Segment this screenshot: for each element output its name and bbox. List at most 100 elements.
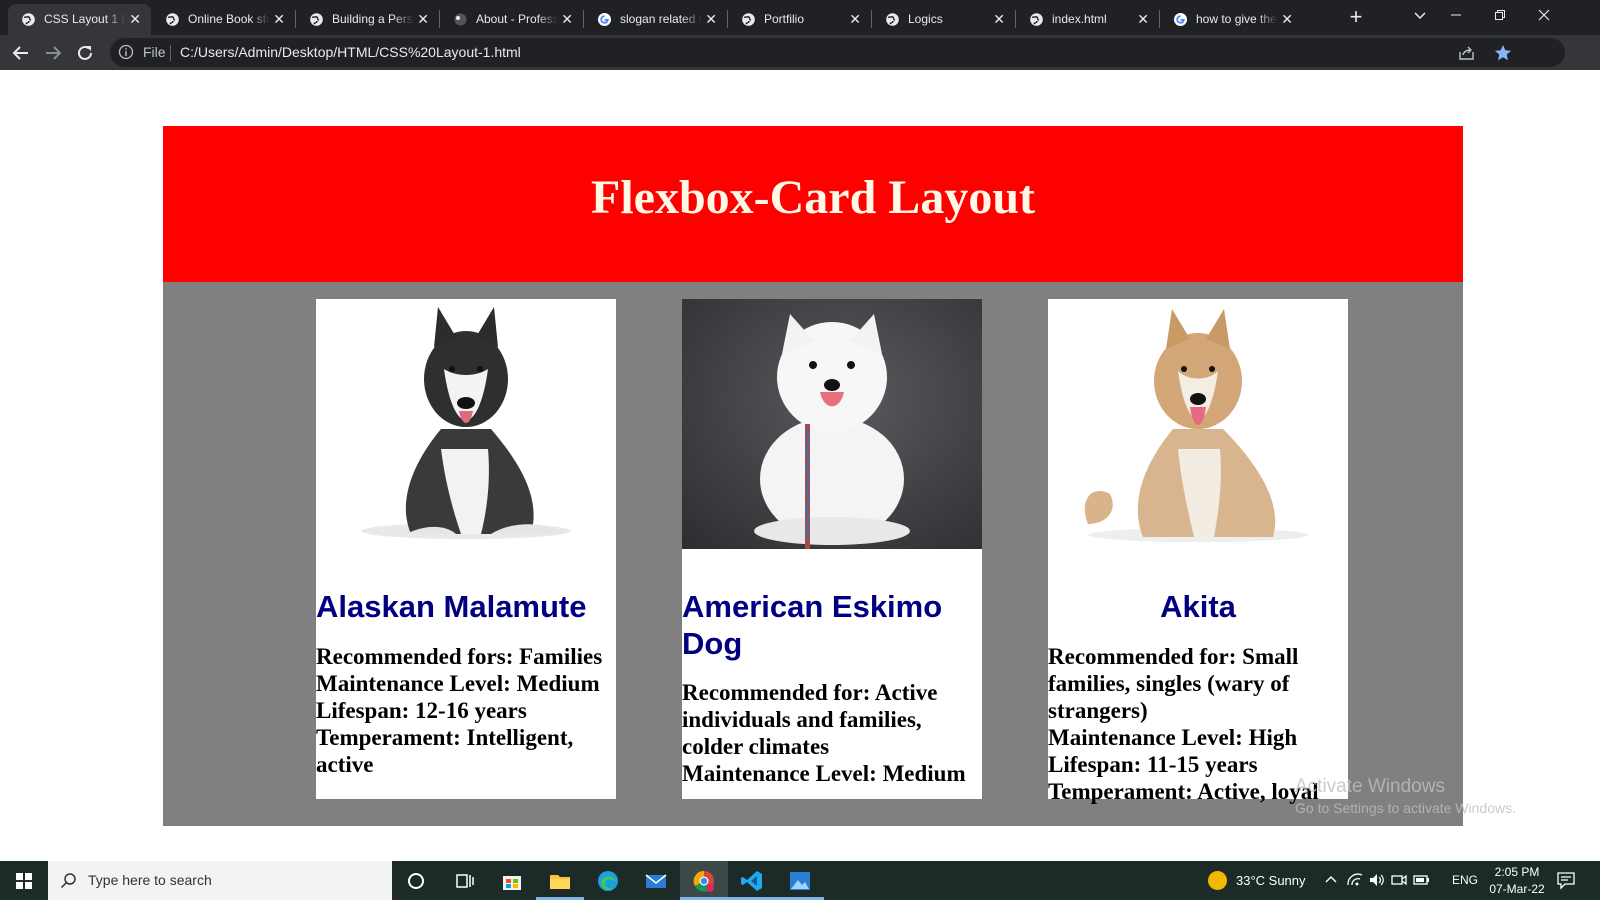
windows-start-icon[interactable] bbox=[0, 861, 48, 900]
dog-card-akita: Akita Recommended for: Small families, s… bbox=[1048, 299, 1348, 804]
microsoft-store-button[interactable] bbox=[488, 861, 536, 900]
file-explorer-button[interactable] bbox=[536, 861, 584, 900]
weather-sun-icon[interactable] bbox=[1208, 871, 1227, 890]
taskbar-search-box[interactable]: Type here to search bbox=[48, 861, 392, 900]
info-icon[interactable] bbox=[118, 44, 134, 60]
chrome-button[interactable] bbox=[680, 861, 728, 900]
new-tab-button[interactable]: + bbox=[1342, 4, 1370, 30]
address-bar[interactable]: File C:/Users/Admin/Desktop/HTML/CSS%20L… bbox=[110, 38, 1565, 67]
tab-title: Building a Perso bbox=[332, 12, 414, 26]
tab-title: slogan related t bbox=[620, 12, 702, 26]
browser-tab[interactable]: how to give the ✕ bbox=[1160, 4, 1303, 35]
bookmark-star-icon[interactable] bbox=[1494, 44, 1512, 62]
close-window-button[interactable] bbox=[1522, 0, 1566, 32]
file-scheme-label: File bbox=[143, 44, 166, 60]
url-text[interactable]: C:/Users/Admin/Desktop/HTML/CSS%20Layout… bbox=[180, 44, 521, 60]
tab-title: CSS Layout 1 In bbox=[44, 12, 126, 26]
detail-line: active bbox=[316, 752, 374, 777]
omnibox-divider bbox=[170, 45, 171, 61]
battery-icon[interactable] bbox=[1412, 871, 1430, 889]
tab-close-icon[interactable]: ✕ bbox=[273, 11, 285, 27]
system-clock[interactable]: 2:05 PM 07-Mar-22 bbox=[1482, 864, 1552, 898]
folder-icon bbox=[550, 875, 570, 889]
browser-tab[interactable]: CSS Layout 1 In ✕ bbox=[8, 4, 151, 35]
clock-date: 07-Mar-22 bbox=[1489, 882, 1545, 896]
tab-title: how to give the bbox=[1196, 12, 1277, 26]
tab-strip: CSS Layout 1 In ✕ Online Book sto ✕ Building… bbox=[0, 0, 1600, 35]
task-view-icon-button[interactable] bbox=[440, 861, 488, 900]
task-view-button[interactable] bbox=[392, 861, 440, 900]
page-title: Flexbox-Card Layout bbox=[591, 171, 1035, 224]
browser-tab[interactable]: slogan related t ✕ bbox=[584, 4, 727, 35]
search-placeholder: Type here to search bbox=[88, 872, 212, 888]
browser-tab[interactable]: About - Profess ✕ bbox=[440, 4, 583, 35]
reload-icon[interactable] bbox=[74, 42, 96, 64]
vscode-button[interactable] bbox=[728, 861, 776, 900]
detail-line: Maintenance Level: High bbox=[1048, 725, 1298, 750]
browser-tab[interactable]: Logics ✕ bbox=[872, 4, 1015, 35]
tab-close-icon[interactable]: ✕ bbox=[561, 11, 573, 27]
detail-line: Lifespan: 12-16 years bbox=[316, 698, 527, 723]
share-icon[interactable] bbox=[1458, 45, 1475, 61]
detail-line: families, singles (wary of bbox=[1048, 671, 1290, 696]
tab-close-icon[interactable]: ✕ bbox=[993, 11, 1005, 27]
detail-line: Temperament: Active, loyal bbox=[1048, 779, 1319, 804]
notification-center-icon[interactable] bbox=[1556, 870, 1576, 890]
card-details: Recommended for: Active individuals and … bbox=[682, 679, 992, 787]
card-title: Akita bbox=[1160, 589, 1236, 624]
globe-icon bbox=[742, 13, 755, 26]
page-header: Flexbox-Card Layout bbox=[163, 126, 1463, 282]
browser-tab[interactable]: Online Book sto ✕ bbox=[152, 4, 295, 35]
dog-card-alaskan-malamute: Alaskan Malamute Recommended fors: Famil… bbox=[316, 299, 616, 799]
detail-line: Recommended for: Active bbox=[682, 680, 938, 705]
tab-title: Portfilio bbox=[764, 12, 805, 26]
browser-tab[interactable]: Building a Perso ✕ bbox=[296, 4, 439, 35]
back-arrow-icon[interactable] bbox=[10, 42, 32, 64]
globe-icon bbox=[310, 13, 323, 26]
card-details: Recommended fors: Families Maintenance L… bbox=[316, 643, 626, 778]
tab-separator bbox=[439, 10, 440, 28]
wifi-icon[interactable] bbox=[1346, 871, 1364, 889]
detail-line: Recommended fors: Families bbox=[316, 644, 603, 669]
cortana-circle-icon bbox=[408, 873, 424, 889]
vscode-icon bbox=[741, 871, 762, 891]
tab-close-icon[interactable]: ✕ bbox=[417, 11, 429, 27]
browser-tab[interactable]: index.html ✕ bbox=[1016, 4, 1159, 35]
meet-now-icon[interactable] bbox=[1390, 871, 1408, 889]
forward-arrow-icon[interactable] bbox=[42, 42, 64, 64]
search-icon bbox=[60, 873, 76, 889]
volume-icon[interactable] bbox=[1368, 871, 1386, 889]
page-viewport: Flexbox-Card Layout Alaskan Malamute Rec… bbox=[0, 70, 1600, 861]
detail-line: strangers) bbox=[1048, 698, 1148, 723]
tab-close-icon[interactable]: ✕ bbox=[705, 11, 717, 27]
chevron-up-icon[interactable] bbox=[1322, 871, 1340, 889]
tab-close-icon[interactable]: ✕ bbox=[129, 11, 141, 27]
detail-line: Maintenance Level: Medium bbox=[316, 671, 600, 696]
tab-separator bbox=[1015, 10, 1016, 28]
tab-title: index.html bbox=[1052, 12, 1107, 26]
tab-separator bbox=[1159, 10, 1160, 28]
restore-button[interactable] bbox=[1478, 0, 1522, 32]
tab-title: Logics bbox=[908, 12, 943, 26]
google-icon bbox=[598, 13, 611, 26]
photos-button[interactable] bbox=[776, 861, 824, 900]
card-container: Alaskan Malamute Recommended fors: Famil… bbox=[163, 282, 1463, 826]
language-indicator[interactable]: ENG bbox=[1452, 873, 1478, 887]
mail-button[interactable] bbox=[632, 861, 680, 900]
browser-tab[interactable]: Portfilio ✕ bbox=[728, 4, 871, 35]
tab-close-icon[interactable]: ✕ bbox=[849, 11, 861, 27]
weather-text[interactable]: 33°C Sunny bbox=[1236, 873, 1306, 888]
tab-separator bbox=[727, 10, 728, 28]
globe-icon bbox=[1030, 13, 1043, 26]
edge-button[interactable] bbox=[584, 861, 632, 900]
detail-line: Recommended for: Small bbox=[1048, 644, 1299, 669]
globe-icon bbox=[22, 13, 35, 26]
card-details: Recommended for: Small families, singles… bbox=[1048, 643, 1358, 805]
detail-line: Temperament: Intelligent, bbox=[316, 725, 574, 750]
minimize-button[interactable] bbox=[1434, 0, 1478, 32]
tab-close-icon[interactable]: ✕ bbox=[1137, 11, 1149, 27]
windows-taskbar: Type here to search 33°C Sunny ENG 2:05 … bbox=[0, 861, 1600, 900]
tab-close-icon[interactable]: ✕ bbox=[1281, 11, 1293, 27]
american-eskimo-dog-photo bbox=[682, 299, 982, 549]
detail-line: Lifespan: 11-15 years bbox=[1048, 752, 1258, 777]
